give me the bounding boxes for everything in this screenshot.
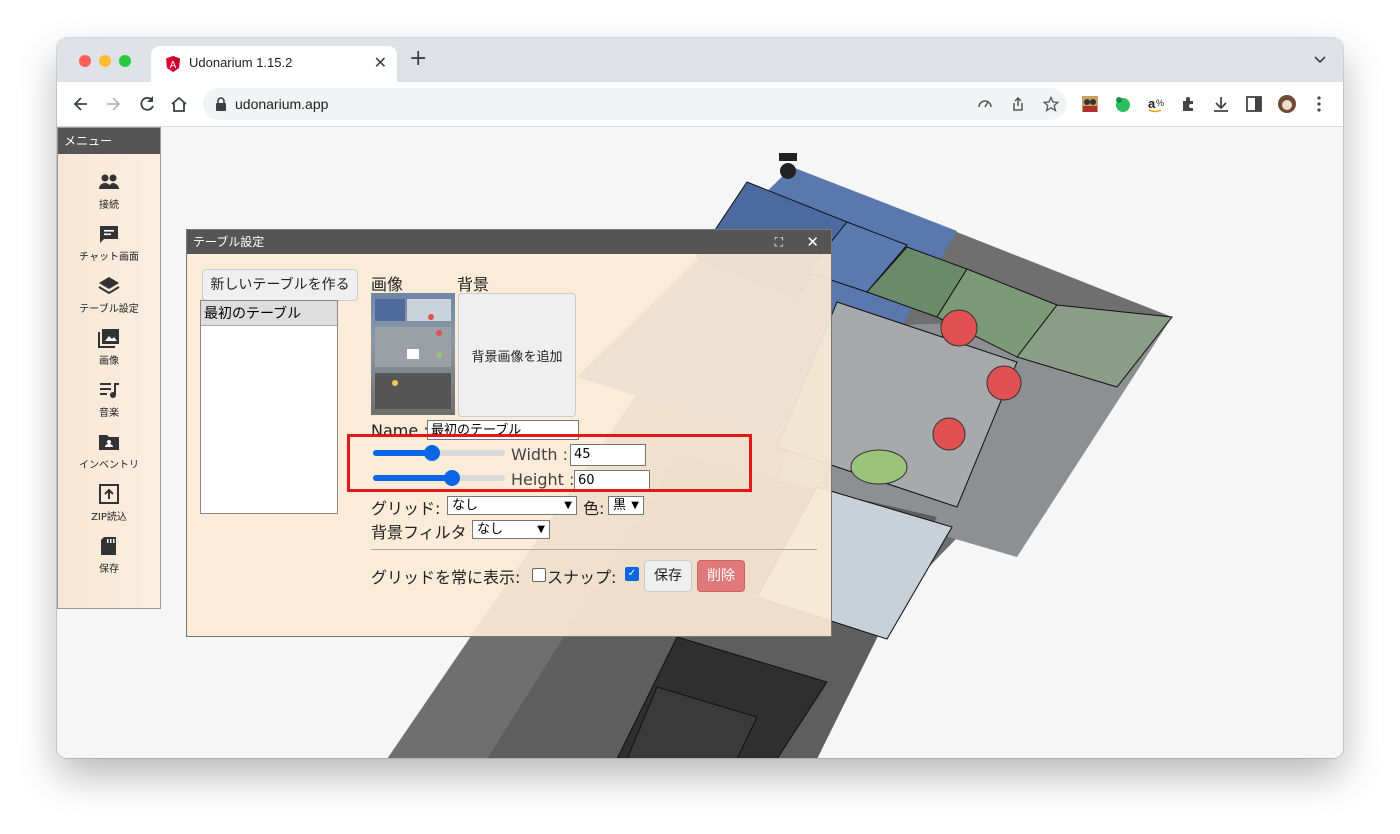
music-icon xyxy=(100,383,119,398)
minimize-window-button[interactable] xyxy=(99,55,111,67)
color-select-value: 黒 xyxy=(613,498,627,513)
table-settings-dialog: テーブル設定 ⛶ ✕ 新しいテーブルを作る 最初のテーブル 画像 背景 背景画像… xyxy=(186,229,832,637)
side-menu: メニュー 接続 チャット画面 テーブル設定 画像 音楽 インベントリ ZIP読込… xyxy=(57,127,161,609)
new-tab-icon[interactable]: + xyxy=(409,48,427,70)
menu-item-music[interactable]: 音楽 xyxy=(58,380,160,419)
share-icon[interactable] xyxy=(1010,96,1026,112)
snap-checkbox[interactable]: ✓ xyxy=(625,567,639,581)
menu-item-save[interactable]: 保存 xyxy=(58,536,160,575)
browser-window: A Udonarium 1.15.2 ✕ + udonarium.app a% xyxy=(57,38,1343,758)
side-panel-icon[interactable] xyxy=(1244,94,1264,114)
map-thumbnail-icon xyxy=(375,299,451,409)
snap-label: スナップ: xyxy=(547,568,617,587)
menu-item-zip-load[interactable]: ZIP読込 xyxy=(58,484,160,523)
always-show-grid-checkbox[interactable] xyxy=(532,568,546,582)
highlight-box xyxy=(347,434,752,492)
grid-select-value: なし xyxy=(452,498,479,513)
profile-avatar-icon[interactable] xyxy=(1277,94,1297,114)
divider xyxy=(371,549,817,550)
extension-avatar-icon[interactable] xyxy=(1080,94,1100,114)
browser-toolbar: udonarium.app a% xyxy=(57,82,1343,127)
browser-tab[interactable]: A Udonarium 1.15.2 ✕ xyxy=(151,46,397,82)
menu-item-inventory[interactable]: インベントリ xyxy=(58,432,160,471)
menu-item-image[interactable]: 画像 xyxy=(58,328,160,367)
folder-icon xyxy=(99,435,119,450)
reload-icon[interactable] xyxy=(137,94,157,114)
menu-item-chat[interactable]: チャット画面 xyxy=(58,224,160,263)
menu-title: メニュー xyxy=(58,128,160,154)
speedometer-icon[interactable] xyxy=(977,96,993,112)
filter-select[interactable]: なし ▼ xyxy=(472,520,550,539)
tab-close-icon[interactable]: ✕ xyxy=(374,53,387,72)
dialog-titlebar[interactable]: テーブル設定 ⛶ ✕ xyxy=(187,230,831,254)
puzzle-icon[interactable] xyxy=(1179,94,1199,114)
menu-label: チャット画面 xyxy=(79,252,139,263)
maximize-window-button[interactable] xyxy=(119,55,131,67)
table-image-thumbnail[interactable] xyxy=(371,293,455,415)
star-icon[interactable] xyxy=(1043,96,1059,112)
color-label: 色: xyxy=(583,499,605,518)
menu-label: テーブル設定 xyxy=(79,304,139,315)
filter-label: 背景フィルタ xyxy=(371,523,467,542)
table-list[interactable]: 最初のテーブル xyxy=(200,300,338,514)
menu-item-connect[interactable]: 接続 xyxy=(58,172,160,211)
add-background-label: 背景画像を追加 xyxy=(471,350,563,365)
dialog-title: テーブル設定 xyxy=(193,235,265,249)
menu-label: ZIP読込 xyxy=(91,512,127,523)
url-text: udonarium.app xyxy=(235,96,329,112)
chevron-down-icon: ▼ xyxy=(631,500,639,511)
always-show-grid-label: グリッドを常に表示: xyxy=(371,568,521,587)
svg-text:%: % xyxy=(1156,98,1164,108)
tab-title: Udonarium 1.15.2 xyxy=(189,55,293,70)
save-button[interactable]: 保存 xyxy=(644,560,692,592)
image-label: 画像 xyxy=(371,275,404,294)
layers-icon xyxy=(98,277,120,295)
tab-strip: A Udonarium 1.15.2 ✕ + xyxy=(57,38,1343,82)
upload-icon xyxy=(99,484,119,504)
grid-label: グリッド: xyxy=(371,499,441,518)
menu-label: 保存 xyxy=(99,564,119,575)
image-icon xyxy=(98,329,119,348)
angular-icon: A xyxy=(166,56,180,72)
color-select[interactable]: 黒 ▼ xyxy=(608,496,644,515)
chat-icon xyxy=(100,226,118,243)
svg-text:a: a xyxy=(1148,96,1156,111)
chevron-down-icon: ▼ xyxy=(537,524,545,535)
svg-text:A: A xyxy=(170,60,177,71)
menu-label: 音楽 xyxy=(99,408,119,419)
amazon-assistant-icon[interactable]: a% xyxy=(1146,94,1166,114)
grid-select[interactable]: なし ▼ xyxy=(447,496,577,515)
menu-item-table-settings[interactable]: テーブル設定 xyxy=(58,276,160,315)
download-icon[interactable] xyxy=(1211,94,1231,114)
close-icon[interactable]: ✕ xyxy=(806,230,819,254)
sd-card-icon xyxy=(101,537,116,555)
app-content: メニュー 接続 チャット画面 テーブル設定 画像 音楽 インベントリ ZIP読込… xyxy=(57,127,1343,758)
maximize-icon[interactable]: ⛶ xyxy=(775,230,783,254)
back-arrow-icon[interactable] xyxy=(71,94,91,114)
new-table-button[interactable]: 新しいテーブルを作る xyxy=(202,269,358,301)
add-background-button[interactable]: 背景画像を追加 xyxy=(458,293,576,417)
people-icon xyxy=(99,174,119,189)
more-menu-icon[interactable] xyxy=(1309,94,1329,114)
menu-label: 接続 xyxy=(99,200,119,211)
filter-select-value: なし xyxy=(477,522,504,537)
menu-label: インベントリ xyxy=(79,460,139,471)
background-label: 背景 xyxy=(457,275,490,294)
evernote-icon[interactable] xyxy=(1113,94,1133,114)
menu-label: 画像 xyxy=(99,356,119,367)
close-window-button[interactable] xyxy=(79,55,91,67)
list-item[interactable]: 最初のテーブル xyxy=(201,301,337,326)
home-icon[interactable] xyxy=(169,94,189,114)
delete-button[interactable]: 削除 xyxy=(697,560,745,592)
lock-icon[interactable] xyxy=(215,97,227,111)
chevron-down-icon[interactable] xyxy=(1313,52,1327,66)
chevron-down-icon: ▼ xyxy=(564,500,572,511)
address-bar[interactable]: udonarium.app xyxy=(203,88,1067,120)
forward-arrow-icon[interactable] xyxy=(103,94,123,114)
